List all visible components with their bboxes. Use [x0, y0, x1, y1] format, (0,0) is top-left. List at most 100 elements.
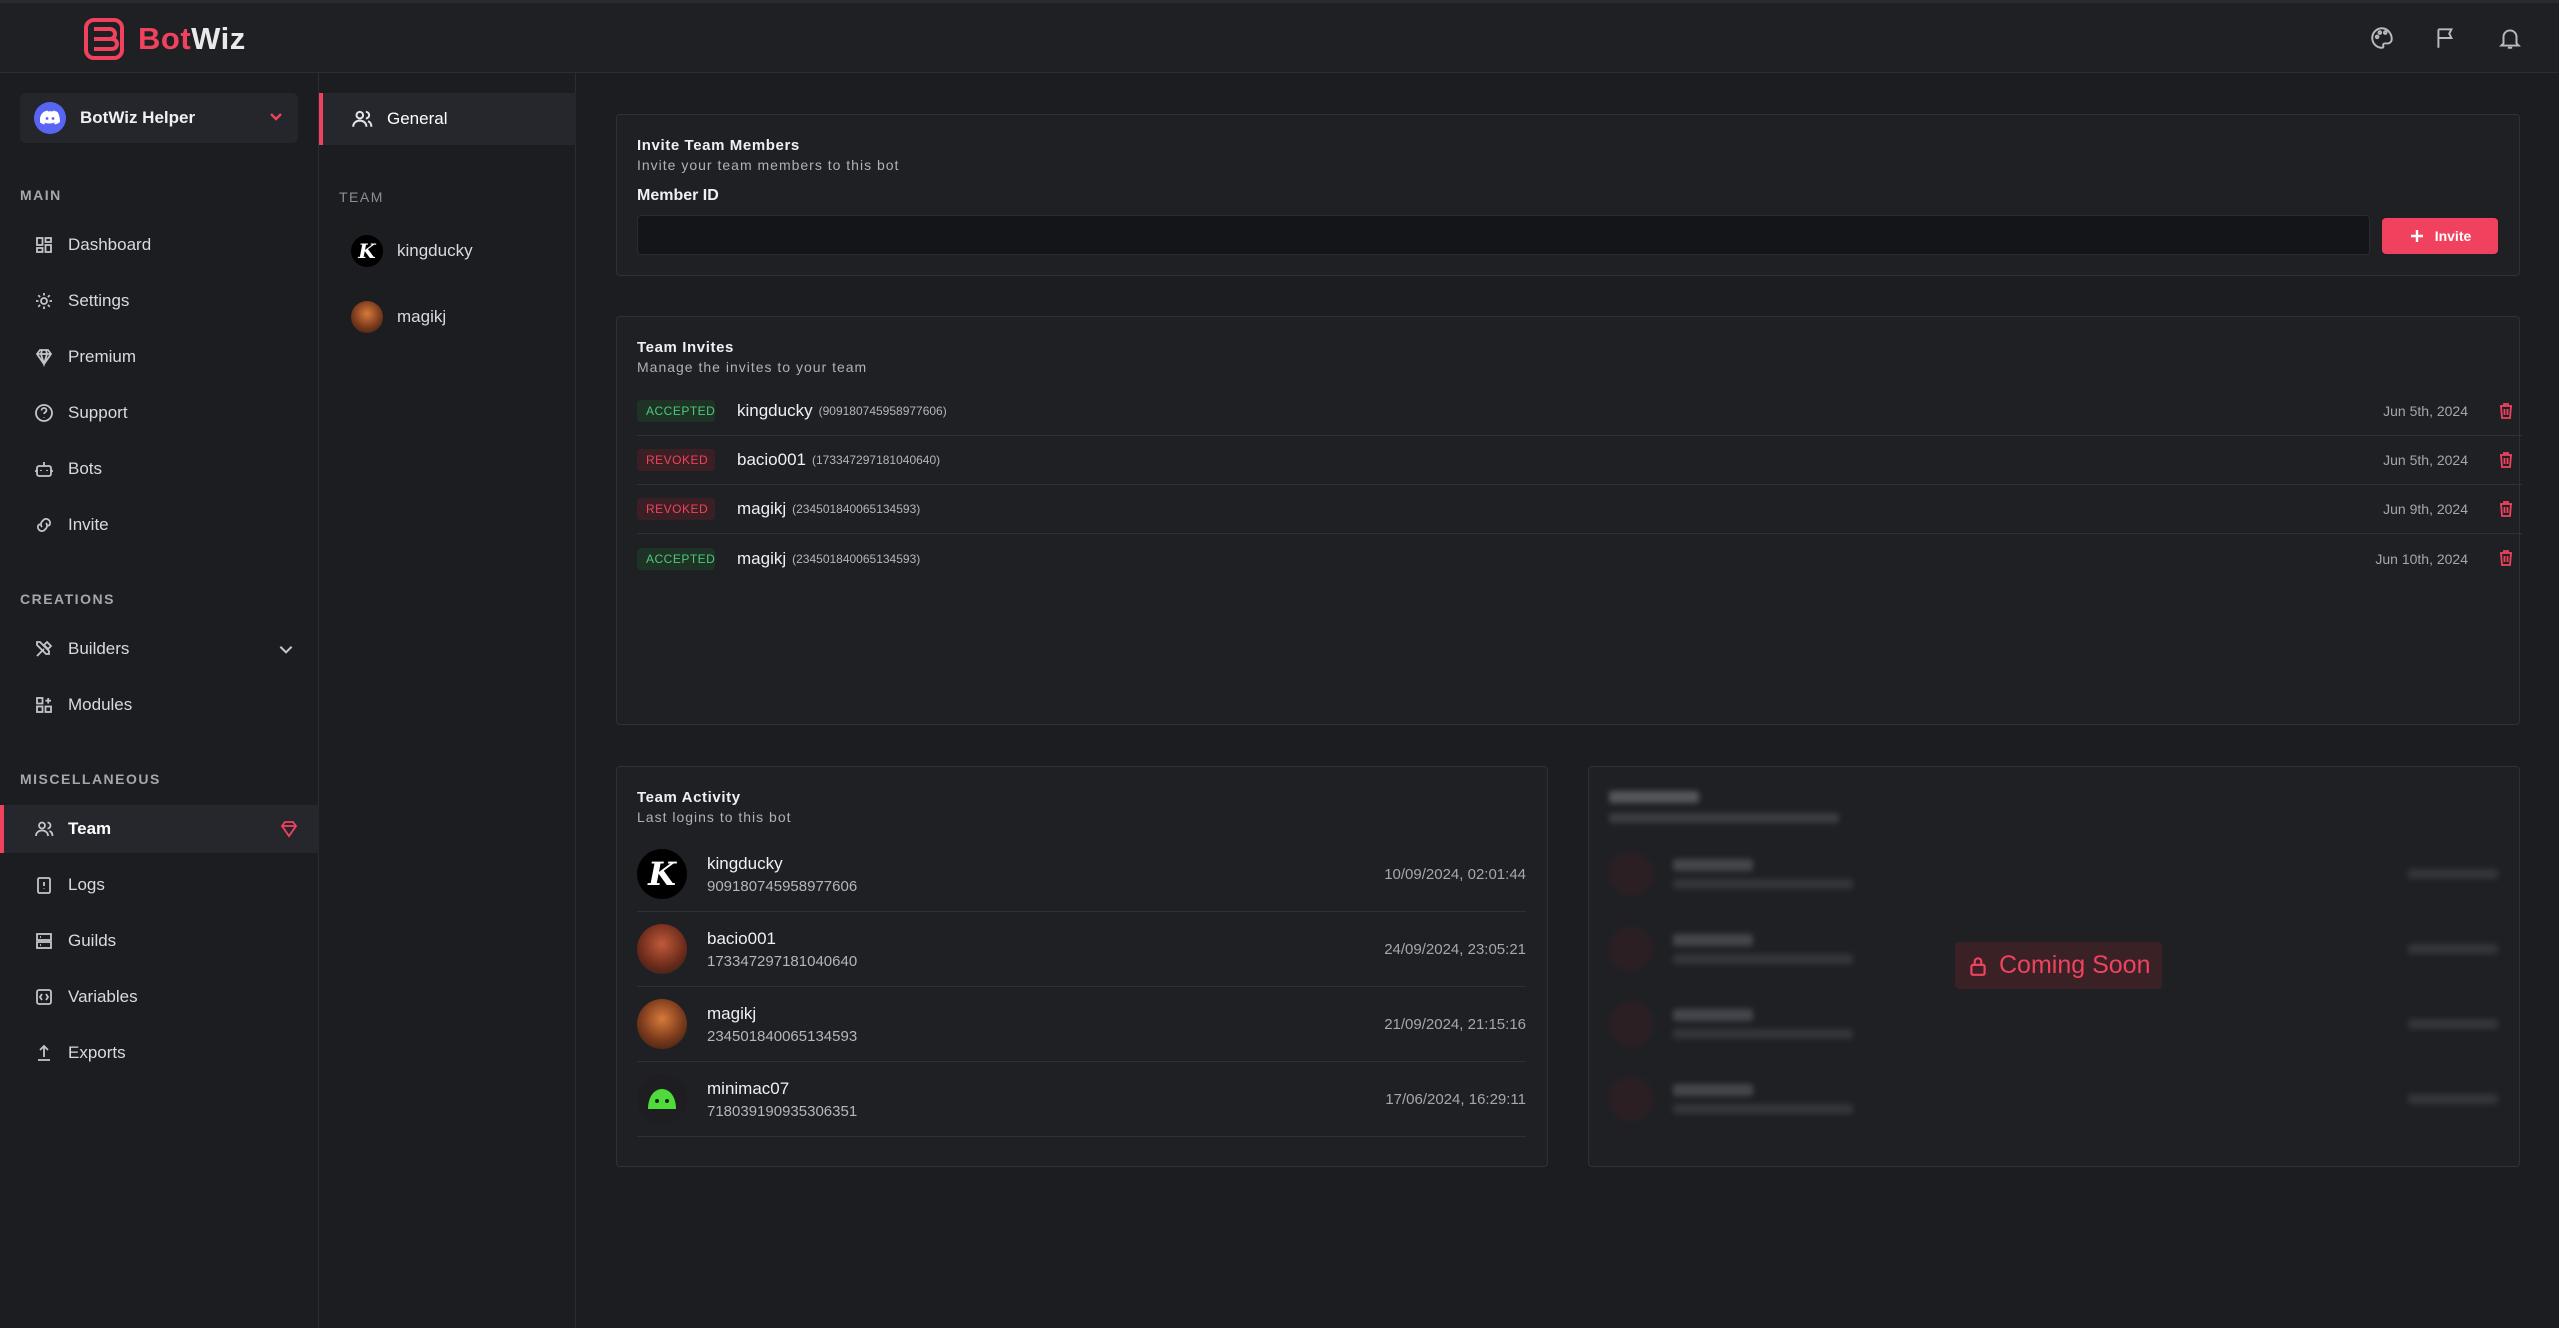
coming-soon-badge: Coming Soon	[1955, 942, 2163, 989]
sidebar-item-label: Support	[68, 403, 128, 422]
team-activity-card: Team Activity Last logins to this bot K …	[616, 766, 1548, 1167]
users-icon	[35, 821, 54, 837]
activity-row: magikj 234501840065134593 21/09/2024, 21…	[637, 987, 1526, 1062]
activity-row: K kingducky 909180745958977606 10/09/202…	[637, 837, 1526, 912]
card-title: Team Invites	[637, 339, 734, 356]
users-icon	[352, 110, 373, 127]
slime-icon	[648, 1089, 676, 1109]
invite-button[interactable]: Invite	[2382, 218, 2498, 254]
sidebar-item-label: Team	[68, 819, 112, 838]
palette-icon[interactable]	[2369, 25, 2395, 51]
discord-icon	[34, 102, 66, 134]
sidebar-item-label: Logs	[68, 875, 105, 894]
avatar	[637, 924, 687, 974]
sidebar-item-bots[interactable]: Bots	[0, 445, 319, 493]
sidebar-item-label: Invite	[68, 515, 109, 534]
top-bar: BotWiz	[0, 0, 2559, 73]
activity-row: minimac07 718039190935306351 17/06/2024,…	[637, 1062, 1526, 1137]
card-subtitle: Manage the invites to your team	[637, 359, 868, 375]
sidebar-item-team[interactable]: Team	[0, 805, 319, 853]
server-icon	[36, 933, 52, 949]
sidebar-item-label: Guilds	[68, 931, 117, 950]
card-title: Team Activity	[637, 789, 741, 806]
trash-icon[interactable]	[2496, 499, 2516, 524]
brand-name: BotWiz	[138, 21, 246, 56]
status-badge: REVOKED	[637, 449, 715, 471]
activity-id: 718039190935306351	[707, 1102, 858, 1120]
trash-icon[interactable]	[2496, 548, 2516, 573]
coming-soon-label: Coming Soon	[1999, 951, 2151, 979]
invite-row: ACCEPTED magikj (234501840065134593) Jun…	[637, 534, 2522, 583]
sidebar-item-settings[interactable]: Settings	[0, 277, 319, 325]
invite-button-label: Invite	[2434, 228, 2472, 244]
invite-row: ACCEPTED kingducky (909180745958977606) …	[637, 387, 2522, 436]
invite-row: REVOKED bacio001 (173347297181040640) Ju…	[637, 436, 2522, 485]
bot-selector[interactable]: BotWiz Helper	[20, 93, 298, 143]
flag-icon[interactable]	[2433, 25, 2459, 51]
status-badge: ACCEPTED	[637, 400, 715, 422]
section-label-main: MAIN	[20, 187, 62, 203]
activity-row: bacio001 173347297181040640 24/09/2024, …	[637, 912, 1526, 987]
team-logs-card: Coming Soon	[1588, 766, 2520, 1167]
sidebar-item-variables[interactable]: Variables	[0, 973, 319, 1021]
section-label-creations: CREATIONS	[20, 591, 115, 607]
sidebar-item-guilds[interactable]: Guilds	[0, 917, 319, 965]
member-id-label: Member ID	[637, 187, 719, 204]
avatar	[637, 999, 687, 1049]
card-subtitle: Invite your team members to this bot	[637, 157, 900, 173]
subnav-section-team: TEAM	[339, 189, 384, 205]
sidebar-item-dashboard[interactable]: Dashboard	[0, 221, 319, 269]
clipboard-alert-icon	[37, 877, 51, 894]
invite-id: (909180745958977606)	[818, 404, 947, 418]
avatar: K	[637, 849, 687, 899]
diamond-icon	[35, 349, 53, 367]
botwiz-logo-icon	[84, 18, 124, 60]
avatar	[351, 301, 383, 333]
subnav-item-general[interactable]: General	[319, 93, 576, 145]
sidebar-item-exports[interactable]: Exports	[0, 1029, 319, 1077]
activity-time: 21/09/2024, 21:15:16	[1384, 1015, 1526, 1033]
trash-icon[interactable]	[2496, 450, 2516, 475]
trash-icon[interactable]	[2496, 401, 2516, 426]
team-subnav: General TEAM K kingducky magikj	[319, 73, 576, 1328]
sidebar-item-invite[interactable]: Invite	[0, 501, 319, 549]
avatar	[637, 1074, 687, 1124]
card-subtitle: Last logins to this bot	[637, 809, 792, 825]
chevron-down-icon	[277, 640, 295, 663]
member-id-input[interactable]	[637, 215, 2370, 255]
activity-time: 10/09/2024, 02:01:44	[1384, 865, 1526, 883]
subnav-member[interactable]: K kingducky	[351, 235, 473, 267]
invite-date: Jun 10th, 2024	[2375, 550, 2468, 567]
modules-icon	[36, 697, 52, 713]
tools-icon	[36, 640, 53, 657]
invite-name: magikj	[737, 499, 787, 518]
card-title: Invite Team Members	[637, 137, 800, 154]
sidebar-item-label: Premium	[68, 347, 137, 366]
lock-icon	[1970, 956, 1986, 976]
invite-id: (234501840065134593)	[792, 551, 921, 566]
activity-id: 234501840065134593	[707, 1027, 858, 1045]
robot-icon	[35, 462, 53, 477]
bell-icon[interactable]	[2497, 25, 2523, 51]
invite-members-card: Invite Team Members Invite your team mem…	[616, 114, 2520, 276]
dashboard-icon	[36, 237, 52, 253]
subnav-member[interactable]: magikj	[351, 301, 446, 333]
bot-name: BotWiz Helper	[80, 108, 196, 127]
status-badge: REVOKED	[637, 498, 715, 520]
sidebar-item-logs[interactable]: Logs	[0, 861, 319, 909]
sidebar-item-modules[interactable]: Modules	[0, 681, 319, 729]
help-circle-icon	[35, 404, 53, 422]
activity-name: bacio001	[707, 928, 777, 948]
invite-date: Jun 5th, 2024	[2383, 452, 2468, 468]
activity-id: 173347297181040640	[707, 952, 858, 970]
sidebar-item-label: Dashboard	[68, 235, 152, 254]
brand-logo[interactable]: BotWiz	[82, 17, 246, 61]
activity-time: 17/06/2024, 16:29:11	[1385, 1090, 1526, 1108]
sidebar-item-builders[interactable]: Builders	[0, 625, 319, 673]
invite-id: (234501840065134593)	[792, 502, 921, 516]
premium-gem-icon	[279, 819, 299, 844]
sidebar-item-support[interactable]: Support	[0, 389, 319, 437]
invite-name: bacio001	[737, 450, 807, 469]
sidebar-item-premium[interactable]: Premium	[0, 333, 319, 381]
main-sidebar: BotWiz Helper MAIN Dashboard Settings Pr…	[0, 73, 319, 1328]
